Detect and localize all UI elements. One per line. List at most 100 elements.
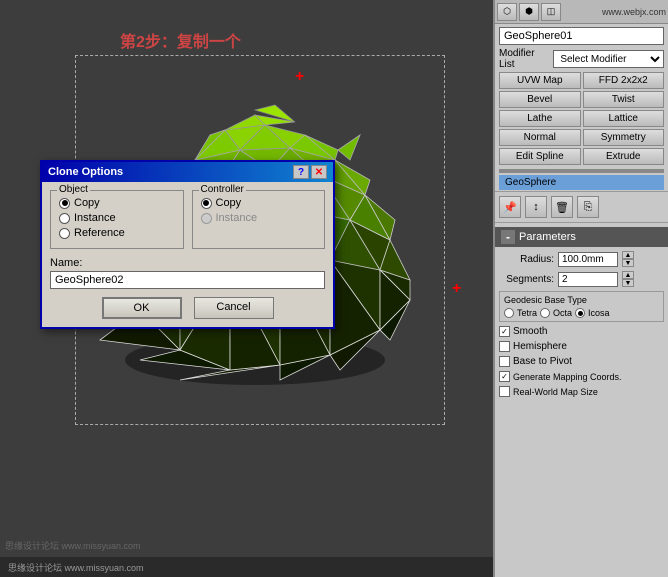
radius-row: Radius: ▲ ▼ xyxy=(495,249,668,269)
smooth-label: Smooth xyxy=(513,326,547,337)
status-text: 思缘设计论坛 www.missyuan.com xyxy=(8,561,144,574)
controller-instance-label: Instance xyxy=(216,212,258,224)
modifier-list-label: Modifier List xyxy=(499,48,551,70)
bottom-bar: 思缘设计论坛 www.missyuan.com xyxy=(0,557,493,577)
object-copy-radio[interactable] xyxy=(59,198,70,209)
modifier-btn-grid: UVW Map FFD 2x2x2 Bevel Twist Lathe Latt… xyxy=(499,72,664,165)
segments-row: Segments: ▲ ▼ xyxy=(495,269,668,289)
hemisphere-label: Hemisphere xyxy=(513,341,567,352)
smooth-checkbox[interactable]: ✓ xyxy=(499,326,510,337)
hemisphere-checkbox[interactable] xyxy=(499,341,510,352)
object-name-field[interactable]: GeoSphere01 xyxy=(499,27,664,45)
object-reference-label: Reference xyxy=(74,227,125,239)
toolbar-icon-2[interactable]: ⬢ xyxy=(519,3,539,21)
dialog-buttons-row: OK Cancel xyxy=(50,297,325,319)
object-reference-row[interactable]: Reference xyxy=(59,227,175,239)
extrude-button[interactable]: Extrude xyxy=(583,148,665,165)
segments-down-btn[interactable]: ▼ xyxy=(622,279,634,287)
bevel-button[interactable]: Bevel xyxy=(499,91,581,108)
mapping-coords-label: Generate Mapping Coords. xyxy=(513,372,622,382)
segments-up-btn[interactable]: ▲ xyxy=(622,271,634,279)
radius-spinner: ▲ ▼ xyxy=(622,251,634,267)
object-instance-row[interactable]: Instance xyxy=(59,212,175,224)
symmetry-button[interactable]: Symmetry xyxy=(583,129,665,146)
watermark-left: 思缘设计论坛 www.missyuan.com xyxy=(5,539,141,552)
mapping-coords-row[interactable]: ✓ Generate Mapping Coords. xyxy=(495,369,668,384)
website-label: www.webjx.com xyxy=(602,7,666,17)
base-pivot-label: Base to Pivot xyxy=(513,356,572,367)
radius-up-btn[interactable]: ▲ xyxy=(622,251,634,259)
controller-copy-radio[interactable] xyxy=(201,198,212,209)
normal-button[interactable]: Normal xyxy=(499,129,581,146)
object-group: Object Copy Instance Reference xyxy=(50,190,184,249)
params-title: Parameters xyxy=(519,231,576,243)
controller-group-title: Controller xyxy=(199,184,246,195)
segments-label: Segments: xyxy=(499,274,554,285)
params-collapse-btn[interactable]: - xyxy=(501,230,515,244)
panel-icons-row: 📌 ↕ 🗑 ⎘ xyxy=(495,191,668,223)
dialog-title: Clone Options xyxy=(48,166,123,178)
controller-instance-radio[interactable] xyxy=(201,213,212,224)
name-input[interactable] xyxy=(50,271,325,289)
ok-button[interactable]: OK xyxy=(102,297,182,319)
toolbar-icon-3[interactable]: ◫ xyxy=(541,3,561,21)
name-label: Name: xyxy=(50,257,325,269)
tetra-label: Tetra xyxy=(517,308,537,318)
icosa-radio[interactable] xyxy=(575,308,585,318)
dialog-body: Object Copy Instance Reference xyxy=(42,182,333,327)
modifier-list-row: Modifier List Select Modifier xyxy=(499,48,664,70)
realworld-checkbox[interactable] xyxy=(499,386,510,397)
radius-down-btn[interactable]: ▼ xyxy=(622,259,634,267)
octa-label: Octa xyxy=(553,308,572,318)
lattice-button[interactable]: Lattice xyxy=(583,110,665,127)
remove-icon-btn[interactable]: 🗑 xyxy=(551,196,573,218)
object-instance-radio[interactable] xyxy=(59,213,70,224)
pin-icon-btn[interactable]: 📌 xyxy=(499,196,521,218)
move-icon-btn[interactable]: ↕ xyxy=(525,196,547,218)
geodesic-radio-row: Tetra Octa Icosa xyxy=(504,308,659,318)
controller-copy-row[interactable]: Copy xyxy=(201,197,317,209)
edit-spline-button[interactable]: Edit Spline xyxy=(499,148,581,165)
object-copy-label: Copy xyxy=(74,197,100,209)
object-group-title: Object xyxy=(57,184,90,195)
tetra-radio[interactable] xyxy=(504,308,514,318)
icosa-label: Icosa xyxy=(588,308,610,318)
controller-group: Controller Copy Instance xyxy=(192,190,326,249)
radius-input[interactable] xyxy=(558,252,618,267)
controller-instance-row[interactable]: Instance xyxy=(201,212,317,224)
hemisphere-row[interactable]: Hemisphere xyxy=(495,339,668,354)
modifier-stack-header xyxy=(499,169,664,173)
uvw-map-button[interactable]: UVW Map xyxy=(499,72,581,89)
object-copy-row[interactable]: Copy xyxy=(59,197,175,209)
ffd-button[interactable]: FFD 2x2x2 xyxy=(583,72,665,89)
lathe-button[interactable]: Lathe xyxy=(499,110,581,127)
params-header: - Parameters xyxy=(495,227,668,247)
copy-mod-btn[interactable]: ⎘ xyxy=(577,196,599,218)
dialog-panels: Object Copy Instance Reference xyxy=(50,190,325,249)
twist-button[interactable]: Twist xyxy=(583,91,665,108)
mapping-coords-checkbox[interactable]: ✓ xyxy=(499,371,510,382)
toolbar-icon-1[interactable]: ⬡ xyxy=(497,3,517,21)
dialog-help-button[interactable]: ? xyxy=(293,165,309,179)
realworld-row[interactable]: Real-World Map Size xyxy=(495,384,668,399)
geosphere-stack-item[interactable]: GeoSphere xyxy=(499,175,664,190)
dialog-close-button[interactable]: ✕ xyxy=(311,165,327,179)
base-pivot-checkbox[interactable] xyxy=(499,356,510,367)
step-text: 第2步：复制一个 xyxy=(120,28,241,52)
segments-input[interactable] xyxy=(558,272,618,287)
dialog-title-buttons: ? ✕ xyxy=(293,165,327,179)
geodesic-box: Geodesic Base Type Tetra Octa Icosa xyxy=(499,291,664,322)
octa-radio[interactable] xyxy=(540,308,550,318)
base-pivot-row[interactable]: Base to Pivot xyxy=(495,354,668,369)
right-panel: ⬡ ⬢ ◫ www.webjx.com GeoSphere01 Modifier… xyxy=(493,0,668,577)
cancel-button[interactable]: Cancel xyxy=(194,297,274,319)
segments-spinner: ▲ ▼ xyxy=(622,271,634,287)
clone-dialog: Clone Options ? ✕ Object Copy xyxy=(40,160,335,329)
top-toolbar: ⬡ ⬢ ◫ www.webjx.com xyxy=(495,0,668,24)
modifier-list-dropdown[interactable]: Select Modifier xyxy=(553,50,664,68)
object-reference-radio[interactable] xyxy=(59,228,70,239)
object-instance-label: Instance xyxy=(74,212,116,224)
smooth-row[interactable]: ✓ Smooth xyxy=(495,324,668,339)
name-section: Name: xyxy=(50,257,325,289)
cross-marker-right: + xyxy=(452,280,461,298)
